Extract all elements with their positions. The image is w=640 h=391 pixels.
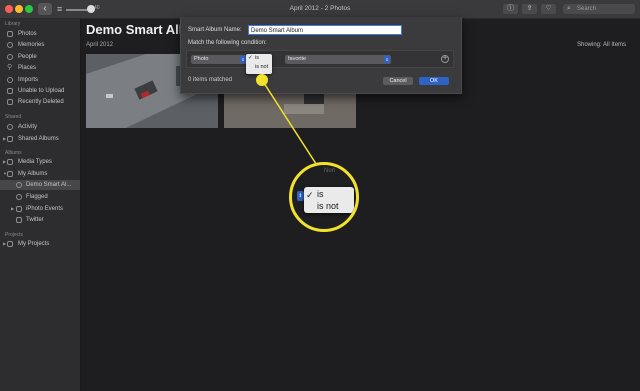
- callout-option-is: is: [317, 189, 324, 199]
- chevron-updown-icon: ⇕: [297, 191, 304, 201]
- callout-operator-menu: ✓ is is not: [304, 187, 354, 213]
- callout-background-text: Non: [324, 168, 336, 174]
- callout-dot: [256, 74, 268, 86]
- callout-option-is-not: is not: [317, 201, 339, 211]
- callout-magnifier: Non ⇕ ✓ is is not: [289, 162, 359, 232]
- checkmark-icon: ✓: [306, 190, 314, 200]
